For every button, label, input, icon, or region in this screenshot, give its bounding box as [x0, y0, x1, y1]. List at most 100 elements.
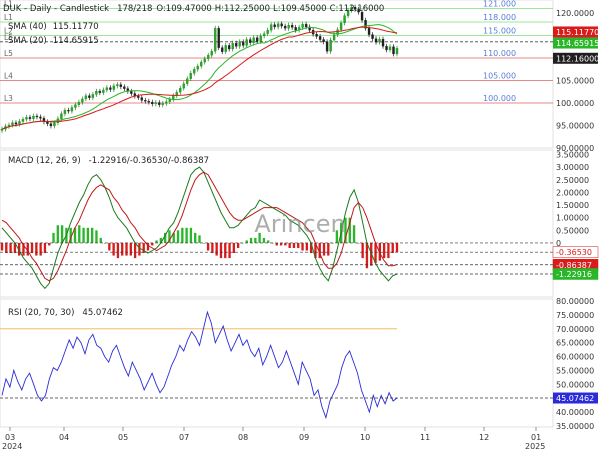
price-y-tick: 120.0000 — [556, 9, 594, 18]
macd-histogram-bar — [254, 237, 257, 243]
macd-histogram-bar — [52, 232, 55, 243]
candle-body — [283, 25, 287, 29]
level-name-label: L1 — [4, 13, 13, 22]
macd-histogram-bar — [0, 242, 4, 251]
candle-body — [374, 38, 378, 43]
candle-body — [158, 102, 161, 105]
macd-y-tick: 2.00000 — [556, 188, 589, 197]
ohlc-low: L:109.45000 — [273, 4, 327, 14]
price-badge-text: 114.65915 — [556, 39, 599, 48]
macd-histogram-bar — [219, 242, 223, 259]
macd-histogram-bar — [249, 237, 253, 243]
candle-body — [91, 94, 95, 98]
price-y-tick: 95.00000 — [556, 122, 594, 131]
x-tick-label: 11 — [420, 433, 430, 442]
rsi-y-tick: 50.00000 — [556, 380, 594, 389]
macd-header: MACD (12, 26, 9) -1.22916/-0.36530/-0.863… — [8, 156, 209, 166]
price-badge-text: 115.11770 — [556, 28, 599, 37]
candle-body — [28, 117, 32, 119]
rsi-value: 45.07462 — [82, 308, 123, 318]
macd-histogram-bar — [322, 242, 326, 256]
candle-body — [102, 89, 105, 93]
candle-body — [53, 122, 56, 127]
level-value-label: 118.000 — [483, 13, 516, 22]
candle-body — [395, 48, 399, 55]
candle-body — [25, 117, 28, 120]
macd-histogram-bar — [176, 230, 180, 243]
candle-body — [221, 47, 224, 52]
candle-body — [290, 24, 294, 28]
macd-histogram-bar — [382, 242, 386, 259]
macd-histogram-bar — [194, 232, 197, 243]
ohlc-open: O:109.47000 — [156, 4, 211, 14]
candle-body — [70, 107, 74, 112]
candle-body — [168, 99, 171, 102]
candle-body — [130, 91, 133, 94]
candle-body — [371, 34, 374, 39]
macd-histogram-bar — [129, 242, 132, 256]
rsi-badge-text: 45.07462 — [556, 394, 594, 403]
candle-body — [172, 95, 175, 100]
macd-histogram-bar — [245, 240, 248, 243]
candle-body — [161, 103, 164, 105]
macd-histogram-bar — [224, 242, 227, 259]
sma20-legend: SMA (20) 114.65915 — [8, 36, 99, 46]
candle-body — [84, 95, 88, 100]
candle-body — [182, 83, 185, 89]
candle-body — [294, 27, 297, 31]
candle-body — [217, 28, 220, 48]
candle-body — [193, 69, 196, 74]
candle-body — [329, 39, 332, 52]
macd-histogram-bar — [301, 242, 304, 251]
macd-histogram-bar — [361, 242, 364, 259]
macd-histogram-bar — [352, 225, 356, 243]
candle-body — [332, 34, 336, 41]
candle-body — [203, 58, 206, 63]
macd-histogram-bar — [39, 242, 42, 256]
bar-index: 178/218 — [117, 4, 152, 14]
macd-histogram-bar — [155, 240, 158, 243]
candle-body — [151, 101, 154, 105]
macd-histogram-bar — [125, 242, 128, 256]
macd-histogram-bar — [48, 242, 51, 246]
candle-body — [315, 34, 318, 37]
candle-body — [231, 43, 234, 50]
candle-body — [32, 115, 35, 119]
candle-body — [77, 101, 81, 105]
level-name-label: L5 — [4, 49, 13, 58]
rsi-y-tick: 55.00000 — [556, 366, 594, 375]
candle-body — [74, 104, 77, 108]
candle-body — [255, 37, 259, 42]
macd-histogram-bar — [275, 242, 278, 246]
macd-histogram-bar — [5, 242, 8, 254]
macd-histogram-bar — [279, 242, 283, 246]
chart-stage: 121.000 L1 118.000 L1 115.000 L2 L5 110.000 L5 10… — [0, 0, 600, 451]
rsi-y-tick: 80.00000 — [556, 297, 594, 306]
candle-body — [137, 96, 140, 98]
macd-histogram-bar — [35, 242, 38, 256]
candle-body — [242, 41, 245, 46]
candle-body — [67, 110, 70, 112]
candle-body — [322, 39, 325, 42]
candle-body — [378, 38, 381, 43]
x-tick-label: 12 — [479, 433, 489, 442]
macd-histogram-bar — [288, 242, 291, 248]
macd-histogram-bar — [9, 242, 12, 254]
level-value-label: 105.000 — [483, 72, 516, 81]
chart-canvas[interactable]: 121.000L1118.000L1115.000L2L5110.000L510… — [0, 0, 600, 451]
candle-body — [98, 91, 102, 93]
level-value-label: 115.000 — [483, 27, 516, 36]
candle-body — [196, 65, 199, 70]
macd-y-tick: 1.50000 — [556, 201, 589, 210]
candle-body — [154, 102, 157, 105]
candle-body — [259, 35, 262, 42]
candle-body — [88, 95, 91, 98]
x-tick-label: 03 — [5, 433, 15, 442]
macd-histogram-bar — [297, 242, 300, 248]
candle-body — [266, 29, 269, 34]
candle-body — [388, 46, 392, 51]
candle-body — [123, 86, 126, 89]
candle-body — [228, 45, 231, 50]
candle-body — [235, 43, 238, 47]
candle-body — [21, 119, 25, 122]
